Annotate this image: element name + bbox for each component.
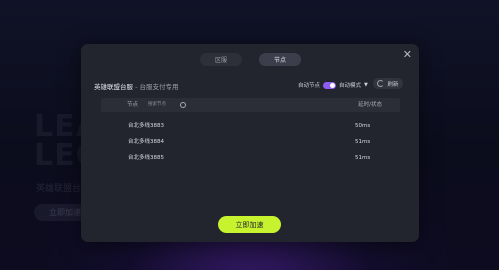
- node-search-input[interactable]: 搜索节点: [148, 101, 186, 109]
- node-select-dialog: 区服 节点 ✕ 英雄联盟台服 - 台服支付专用 自动节点 自动模式 ▼ 刷新 节…: [81, 44, 419, 242]
- table-header: 节点 搜索节点 延时/状态: [101, 98, 400, 112]
- table-row[interactable]: 台北多线3883 50ms: [128, 120, 388, 132]
- game-subtitle: 台服支付专用: [139, 83, 179, 91]
- node-name: 台北多线3885: [128, 155, 164, 161]
- node-name: 台北多线3884: [128, 139, 164, 145]
- chevron-down-icon: ▼: [364, 82, 368, 88]
- game-title: 英雄联盟台服 - 台服支付专用: [94, 81, 178, 91]
- table-row[interactable]: 台北多线3885 51ms: [128, 152, 388, 164]
- auto-node-toggle[interactable]: [323, 81, 337, 89]
- auto-node-control: 自动节点: [298, 81, 337, 89]
- auto-mode-label: 自动模式: [339, 83, 362, 89]
- auto-node-label: 自动节点: [298, 83, 321, 89]
- node-name: 台北多线3883: [128, 123, 164, 129]
- auto-mode-dropdown[interactable]: 自动模式 ▼: [339, 81, 368, 89]
- tab-server[interactable]: 区服: [200, 53, 242, 66]
- node-latency: 51ms: [355, 155, 371, 161]
- column-latency: 延时/状态: [358, 102, 382, 108]
- tab-bar: 区服 节点: [200, 53, 301, 66]
- tab-node[interactable]: 节点: [259, 53, 301, 66]
- node-latency: 50ms: [355, 123, 371, 129]
- close-icon[interactable]: ✕: [403, 49, 412, 60]
- toggle-knob: [330, 82, 336, 88]
- node-latency: 51ms: [355, 139, 371, 145]
- refresh-label: 刷新: [387, 81, 399, 88]
- table-row[interactable]: 台北多线3884 51ms: [128, 136, 388, 148]
- accelerate-button[interactable]: 立即加速: [218, 216, 281, 233]
- column-node: 节点: [127, 102, 139, 108]
- search-icon[interactable]: [180, 102, 186, 108]
- search-placeholder: 搜索节点: [148, 102, 166, 107]
- refresh-icon: [377, 80, 385, 87]
- game-name: 英雄联盟台服: [94, 83, 133, 91]
- refresh-button[interactable]: 刷新: [373, 78, 403, 89]
